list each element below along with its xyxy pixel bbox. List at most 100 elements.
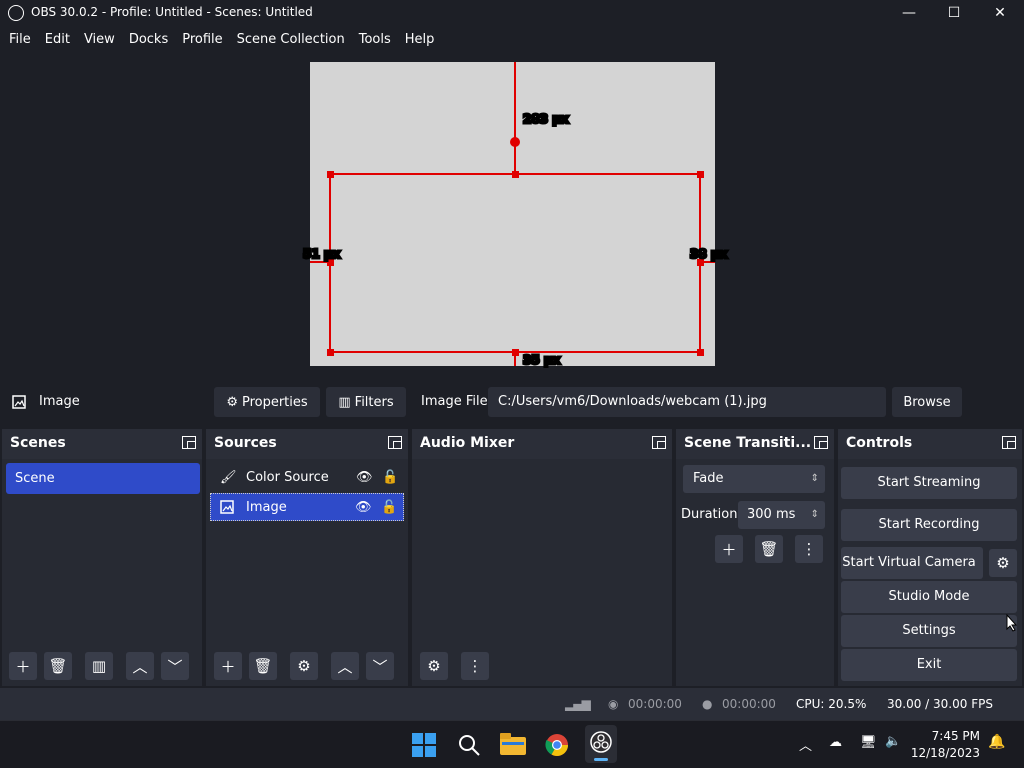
scene-item[interactable]: Scene <box>6 463 200 494</box>
image-icon <box>12 395 26 409</box>
menu-tools[interactable]: Tools <box>352 28 398 52</box>
source-name: Image <box>246 499 287 515</box>
stream-time: 00:00:00 <box>628 697 682 711</box>
chrome-icon[interactable] <box>545 733 569 757</box>
cpu-usage: CPU: 20.5% <box>796 697 867 711</box>
menu-edit[interactable]: Edit <box>38 28 77 52</box>
start-virtual-camera-button[interactable]: Start Virtual Camera <box>841 547 983 579</box>
signal-strength-icon: ▂▄▆ <box>565 697 591 711</box>
start-streaming-button[interactable]: Start Streaming <box>841 467 1017 499</box>
notification-bell-icon[interactable]: 🔔 <box>988 734 1005 750</box>
filters-label: Filters <box>354 394 394 410</box>
lock-icon[interactable]: 🔓 <box>381 500 403 515</box>
file-explorer-icon[interactable] <box>500 733 526 755</box>
record-status-icon: ● <box>702 697 713 711</box>
eye-icon[interactable]: 👁 <box>356 470 382 485</box>
move-scene-up-button[interactable]: ︿ <box>126 652 154 680</box>
source-name: Color Source <box>246 469 329 485</box>
remove-transition-button[interactable]: 🗑 <box>755 535 783 563</box>
duration-spinbox[interactable]: 300 ms ⇕ <box>738 501 825 529</box>
taskbar: ︿ ☁ 🖥 🔈 7:45 PM 12/18/2023 🔔 <box>0 720 1024 768</box>
scenes-title: Scenes <box>2 429 202 457</box>
menu-file[interactable]: File <box>0 28 38 52</box>
duration-label: Duration <box>681 507 738 522</box>
remove-source-button[interactable]: 🗑 <box>249 652 277 680</box>
source-item-color-source[interactable]: 🖌 Color Source 👁 🔓 <box>210 463 404 491</box>
add-source-button[interactable]: ＋ <box>214 652 242 680</box>
preview-canvas[interactable] <box>310 62 715 366</box>
remove-scene-button[interactable]: 🗑 <box>44 652 72 680</box>
windows-start-icon[interactable] <box>412 733 436 757</box>
exit-button[interactable]: Exit <box>841 649 1017 681</box>
clock[interactable]: 7:45 PM 12/18/2023 <box>911 728 980 762</box>
chevron-up-icon[interactable]: ︿ <box>799 735 812 754</box>
minimize-button[interactable]: — <box>886 0 932 26</box>
title-bar: OBS 30.0.2 - Profile: Untitled - Scenes:… <box>0 0 1024 26</box>
move-source-down-button[interactable]: ﹀ <box>366 652 394 680</box>
scene-transitions-body <box>676 459 834 686</box>
status-bar: ▂▄▆ ◉ 00:00:00 ● 00:00:00 CPU: 20.5% 30.… <box>0 688 1024 720</box>
audio-mixer-body <box>412 459 672 686</box>
studio-mode-button[interactable]: Studio Mode <box>841 581 1017 613</box>
start-recording-button[interactable]: Start Recording <box>841 509 1017 541</box>
obs-taskbar-item[interactable] <box>585 725 617 763</box>
audio-mixer-menu-button[interactable]: ⋮ <box>461 652 489 680</box>
updown-icon: ⇕ <box>810 473 819 484</box>
window-title: OBS 30.0.2 - Profile: Untitled - Scenes:… <box>31 5 313 19</box>
controls-title: Controls <box>838 429 1022 457</box>
image-icon <box>220 500 234 514</box>
obs-icon <box>590 731 612 753</box>
undock-icon[interactable] <box>814 436 828 449</box>
menu-scene-collection[interactable]: Scene Collection <box>230 28 352 52</box>
advanced-audio-properties-button[interactable]: ⚙ <box>420 652 448 680</box>
fps-readout: 30.00 / 30.00 FPS <box>887 697 993 711</box>
image-file-label: Image File <box>421 394 488 409</box>
undock-icon[interactable] <box>1002 436 1016 449</box>
scene-filters-button[interactable]: ▥ <box>85 652 113 680</box>
add-scene-button[interactable]: ＋ <box>9 652 37 680</box>
maximize-button[interactable]: ☐ <box>931 0 977 26</box>
onedrive-icon[interactable]: ☁ <box>829 735 842 750</box>
sources-title: Sources <box>206 429 408 457</box>
gear-icon: ⚙ <box>226 394 238 410</box>
sources-dock: Sources 🖌 Color Source 👁 🔓 Image 👁 🔓 <box>206 429 408 686</box>
transition-properties-button[interactable]: ⋮ <box>795 535 823 563</box>
add-transition-button[interactable]: ＋ <box>715 535 743 563</box>
scene-transitions-title: Scene Transiti... <box>676 429 834 457</box>
volume-icon[interactable]: 🔈 <box>885 734 901 749</box>
properties-button[interactable]: ⚙ Properties <box>214 387 320 417</box>
clock-date: 12/18/2023 <box>910 746 980 760</box>
mouse-cursor-icon <box>1006 614 1018 632</box>
lock-icon[interactable]: 🔓 <box>382 470 404 485</box>
move-scene-down-button[interactable]: ﹀ <box>161 652 189 680</box>
selected-source-name: Image <box>39 394 80 409</box>
duration-value: 300 ms <box>747 507 796 522</box>
menu-docks[interactable]: Docks <box>122 28 175 52</box>
menu-help[interactable]: Help <box>398 28 442 52</box>
menu-view[interactable]: View <box>77 28 122 52</box>
network-icon[interactable]: 🖥 <box>860 735 877 750</box>
filter-icon: ▥ <box>338 394 351 410</box>
eye-icon[interactable]: 👁 <box>355 500 381 515</box>
undock-icon[interactable] <box>652 436 666 449</box>
record-time: 00:00:00 <box>722 697 776 711</box>
source-properties-button[interactable]: ⚙ <box>290 652 318 680</box>
browse-button[interactable]: Browse <box>892 387 962 417</box>
source-item-image[interactable]: Image 👁 🔓 <box>210 493 404 521</box>
properties-label: Properties <box>241 394 308 410</box>
obs-app-icon <box>8 5 24 21</box>
image-file-path-field[interactable]: C:/Users/vm6/Downloads/webcam (1).jpg <box>488 387 886 417</box>
transition-select[interactable]: Fade ⇕ <box>683 465 825 493</box>
menu-profile[interactable]: Profile <box>175 28 229 52</box>
search-icon[interactable] <box>457 733 481 757</box>
paintbrush-icon: 🖌 <box>220 469 237 485</box>
filters-button[interactable]: ▥ Filters <box>326 387 406 417</box>
close-button[interactable]: ✕ <box>977 0 1023 26</box>
audio-mixer-title: Audio Mixer <box>412 429 672 457</box>
virtual-camera-settings-gear-icon[interactable]: ⚙ <box>989 549 1017 577</box>
spinner-icon[interactable]: ⇕ <box>811 501 819 529</box>
undock-icon[interactable] <box>388 436 402 449</box>
undock-icon[interactable] <box>182 436 196 449</box>
move-source-up-button[interactable]: ︿ <box>331 652 359 680</box>
settings-button[interactable]: Settings <box>841 615 1017 647</box>
